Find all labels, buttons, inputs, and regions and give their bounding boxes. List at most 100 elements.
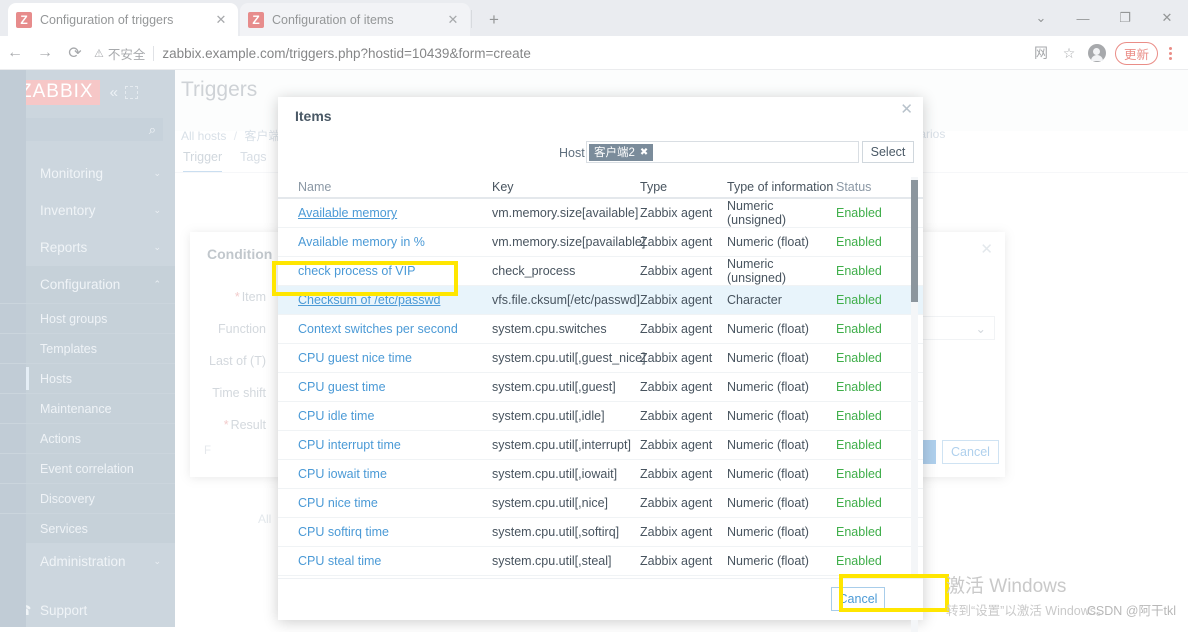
cell-name: CPU guest nice time: [278, 351, 492, 365]
cell-type: Zabbix agent: [640, 235, 727, 249]
remove-host-chip-icon[interactable]: ✖: [640, 147, 648, 158]
column-header-type[interactable]: Type: [640, 180, 727, 194]
cell-type-of-information: Numeric (unsigned): [727, 257, 836, 285]
status-badge: Enabled: [836, 380, 896, 394]
table-row[interactable]: Checksum of /etc/passwd vfs.file.cksum[/e…: [278, 286, 923, 315]
cell-type: Zabbix agent: [640, 206, 727, 220]
cell-name: Context switches per second: [278, 322, 492, 336]
host-chip: 客户端2 ✖: [589, 144, 653, 161]
cell-key: system.cpu.util[,nice]: [492, 496, 640, 510]
status-badge: Enabled: [836, 351, 896, 365]
table-row[interactable]: CPU iowait time system.cpu.util[,iowait]Z…: [278, 460, 923, 489]
cell-type: Zabbix agent: [640, 409, 727, 423]
cell-key: system.cpu.switches: [492, 322, 640, 336]
cell-name: Available memory: [278, 206, 492, 220]
cell-type-of-information: Numeric (float): [727, 496, 836, 510]
cell-name: CPU guest time: [278, 380, 492, 394]
items-modal-footer: Cancel: [278, 578, 923, 620]
cell-key: system.cpu.util[,iowait]: [492, 467, 640, 481]
item-name-link[interactable]: Available memory in %: [298, 235, 425, 249]
cell-name: CPU interrupt time: [278, 438, 492, 452]
cell-name: CPU softirq time: [278, 525, 492, 539]
item-name-link[interactable]: CPU iowait time: [298, 467, 387, 481]
item-name-link[interactable]: CPU guest time: [298, 380, 386, 394]
status-badge: Enabled: [836, 496, 896, 510]
status-badge: Enabled: [836, 293, 896, 307]
cell-key: vm.memory.size[pavailable]: [492, 235, 640, 249]
close-icon[interactable]: ✕: [900, 100, 913, 118]
cell-type: Zabbix agent: [640, 496, 727, 510]
cell-type: Zabbix agent: [640, 351, 727, 365]
table-row[interactable]: Available memory in % vm.memory.size[pava…: [278, 228, 923, 257]
cell-type: Zabbix agent: [640, 322, 727, 336]
table-row[interactable]: CPU interrupt timesystem.cpu.util[,inter…: [278, 431, 923, 460]
status-badge: Enabled: [836, 438, 896, 452]
cell-name: Checksum of /etc/passwd: [278, 293, 492, 307]
table-row[interactable]: CPU nice time system.cpu.util[,nice]Zabbi…: [278, 489, 923, 518]
cell-type-of-information: Numeric (float): [727, 235, 836, 249]
items-table-header: Name Key Type Type of information Status: [278, 177, 923, 199]
cell-type-of-information: Numeric (float): [727, 351, 836, 365]
status-badge: Enabled: [836, 554, 896, 568]
item-name-link[interactable]: CPU steal time: [298, 554, 381, 568]
column-header-status[interactable]: Status: [836, 180, 896, 194]
cell-type-of-information: Numeric (float): [727, 409, 836, 423]
table-row[interactable]: Available memoryvm.memory.size[available…: [278, 199, 923, 228]
table-row[interactable]: CPU guest nice time system.cpu.util[,gues…: [278, 344, 923, 373]
table-row[interactable]: CPU guest time system.cpu.util[,guest]Zab…: [278, 373, 923, 402]
status-badge: Enabled: [836, 409, 896, 423]
item-name-link[interactable]: Context switches per second: [298, 322, 458, 336]
items-table: Name Key Type Type of information Status…: [278, 177, 923, 576]
item-name-link[interactable]: CPU interrupt time: [298, 438, 401, 452]
column-header-key[interactable]: Key: [492, 180, 640, 194]
item-name-link[interactable]: CPU idle time: [298, 409, 374, 423]
status-badge: Enabled: [836, 467, 896, 481]
cell-name: CPU iowait time: [278, 467, 492, 481]
cell-type: Zabbix agent: [640, 525, 727, 539]
cell-name: CPU idle time: [278, 409, 492, 423]
cell-key: system.cpu.util[,guest]: [492, 380, 640, 394]
status-badge: Enabled: [836, 525, 896, 539]
column-header-name[interactable]: Name: [278, 180, 492, 194]
cell-type-of-information: Numeric (float): [727, 525, 836, 539]
items-modal-title: Items: [295, 108, 332, 124]
cell-type: Zabbix agent: [640, 380, 727, 394]
item-name-link[interactable]: check process of VIP: [298, 264, 415, 278]
cell-name: CPU steal time: [278, 554, 492, 568]
table-row[interactable]: Context switches per second system.cpu.sw…: [278, 315, 923, 344]
cell-type-of-information: Numeric (float): [727, 380, 836, 394]
column-header-type-of-information[interactable]: Type of information: [727, 180, 836, 194]
table-row[interactable]: check process of VIPcheck_processZabbix …: [278, 257, 923, 286]
item-name-link[interactable]: CPU guest nice time: [298, 351, 412, 365]
host-multiselect-input[interactable]: 客户端2 ✖: [586, 141, 859, 163]
item-name-link[interactable]: Checksum of /etc/passwd: [298, 293, 440, 307]
modal-scrollbar-thumb[interactable]: [911, 180, 918, 302]
cell-type-of-information: Numeric (float): [727, 467, 836, 481]
cell-type: Zabbix agent: [640, 438, 727, 452]
cell-type-of-information: Numeric (float): [727, 438, 836, 452]
table-row[interactable]: CPU idle timesystem.cpu.util[,idle]Zabbi…: [278, 402, 923, 431]
status-badge: Enabled: [836, 235, 896, 249]
cancel-button[interactable]: Cancel: [831, 587, 885, 611]
cell-name: CPU nice time: [278, 496, 492, 510]
status-badge: Enabled: [836, 206, 896, 220]
table-row[interactable]: CPU steal timesystem.cpu.util[,steal]Zab…: [278, 547, 923, 576]
items-modal: Items ✕ Host 客户端2 ✖ Select Name Key Type…: [278, 97, 923, 620]
cell-type-of-information: Character: [727, 293, 836, 307]
cell-key: system.cpu.util[,guest_nice]: [492, 351, 640, 365]
item-name-link[interactable]: CPU nice time: [298, 496, 378, 510]
select-host-button[interactable]: Select: [862, 141, 914, 163]
cell-key: vfs.file.cksum[/etc/passwd]: [492, 293, 640, 307]
cell-type: Zabbix agent: [640, 264, 727, 278]
cell-type-of-information: Numeric (float): [727, 322, 836, 336]
status-badge: Enabled: [836, 264, 896, 278]
host-field-label: Host: [559, 146, 585, 160]
item-name-link[interactable]: Available memory: [298, 206, 397, 220]
table-row[interactable]: CPU softirq timesystem.cpu.util[,softirq…: [278, 518, 923, 547]
cell-key: system.cpu.util[,steal]: [492, 554, 640, 568]
cell-type: Zabbix agent: [640, 467, 727, 481]
csdn-watermark: CSDN @阿干tkl: [1087, 600, 1176, 619]
item-name-link[interactable]: CPU softirq time: [298, 525, 389, 539]
cell-type-of-information: Numeric (float): [727, 554, 836, 568]
cell-type: Zabbix agent: [640, 293, 727, 307]
